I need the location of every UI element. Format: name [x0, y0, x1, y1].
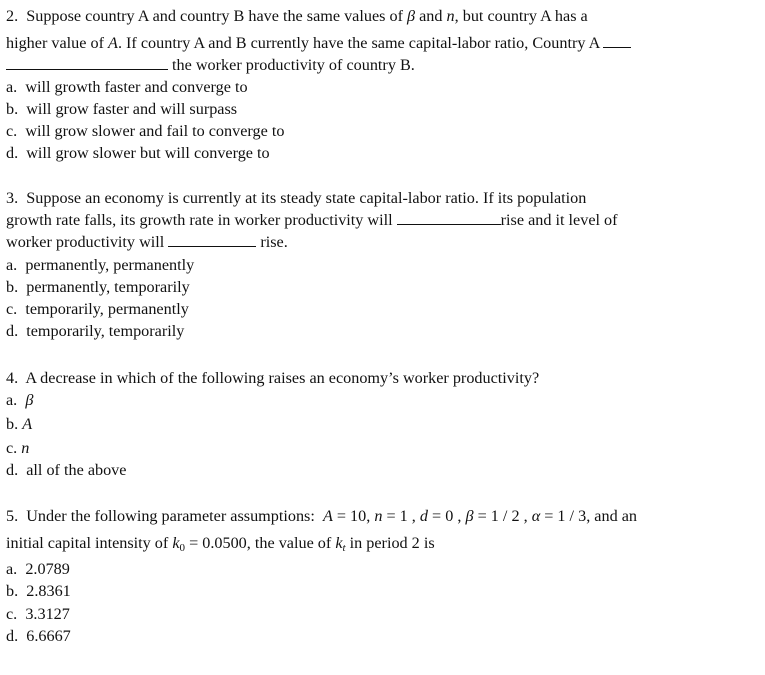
option-b: b. A [6, 415, 33, 433]
option-c: c. n [6, 439, 30, 457]
option-b: b. 2.8361 [6, 582, 71, 600]
question-5-stem-line-2: initial capital intensity of k0 = 0.0500… [6, 534, 435, 554]
question-3-stem-line-1: 3. Suppose an economy is currently at it… [6, 189, 587, 207]
option-a: a. will growth faster and converge to [6, 78, 248, 96]
answer-blank [6, 55, 168, 70]
option-d: d. all of the above [6, 461, 127, 479]
question-5-stem-line-1: 5. Under the following parameter assumpt… [6, 507, 637, 525]
option-c: c. 3.3127 [6, 605, 70, 623]
option-d: d. temporarily, temporarily [6, 322, 185, 340]
question-3-stem-line-2: growth rate falls, its growth rate in wo… [6, 210, 618, 229]
question-2-stem-line-2: higher value of A. If country A and B cu… [6, 33, 632, 53]
option-b: b. will grow faster and will surpass [6, 100, 238, 118]
question-number: 5. [6, 507, 19, 525]
question-number: 3. [6, 189, 19, 207]
answer-blank [603, 33, 632, 48]
question-number: 4. [6, 369, 19, 387]
question-number: 2. [6, 7, 19, 25]
beta-symbol: β [407, 7, 416, 25]
option-c: c. temporarily, permanently [6, 300, 189, 318]
answer-blank [168, 232, 257, 247]
answer-blank [396, 210, 501, 225]
A-symbol: A [108, 34, 118, 52]
n-symbol: n [446, 7, 455, 25]
option-d: d. will grow slower but will converge to [6, 144, 270, 162]
option-a: a. β [6, 391, 34, 409]
option-b: b. permanently, temporarily [6, 278, 190, 296]
option-a: a. permanently, permanently [6, 256, 195, 274]
question-4-stem: 4. A decrease in which of the following … [6, 369, 540, 387]
option-d: d. 6.6667 [6, 627, 71, 645]
question-2-stem-line-3: the worker productivity of country B. [6, 55, 415, 75]
question-2-stem-line-1: 2. Suppose country A and country B have … [6, 7, 588, 25]
option-c: c. will grow slower and fail to converge… [6, 122, 285, 140]
question-3-stem-line-3: worker productivity will rise. [6, 232, 288, 251]
option-a: a. 2.0789 [6, 560, 70, 578]
